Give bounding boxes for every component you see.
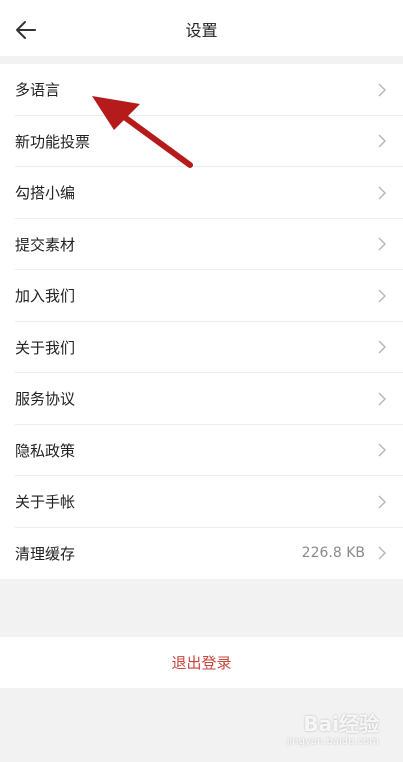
settings-item-label: 隐私政策: [15, 441, 76, 460]
settings-item-language[interactable]: 多语言: [0, 64, 403, 116]
settings-item-label: 清理缓存: [15, 544, 76, 563]
settings-item-label: 多语言: [15, 81, 61, 100]
chevron-right-icon: [378, 392, 386, 406]
chevron-right-icon: [378, 443, 386, 457]
settings-item-feature-vote[interactable]: 新功能投票: [0, 116, 403, 167]
settings-item-join-us[interactable]: 加入我们: [0, 270, 403, 322]
settings-item-contact-editor[interactable]: 勾搭小编: [0, 167, 403, 219]
chevron-right-icon: [378, 546, 386, 560]
settings-item-about-notebook[interactable]: 关于手帐: [0, 476, 403, 528]
watermark-url: jingyan.baidu.com: [286, 736, 379, 747]
settings-item-label: 关于我们: [15, 338, 76, 357]
chevron-right-icon: [378, 83, 386, 97]
settings-item-about-us[interactable]: 关于我们: [0, 322, 403, 373]
settings-item-clear-cache[interactable]: 清理缓存 226.8 KB: [0, 528, 403, 580]
logout-label: 退出登录: [171, 654, 232, 672]
logout-button[interactable]: 退出登录: [0, 637, 403, 688]
settings-item-label: 勾搭小编: [15, 184, 76, 203]
settings-item-service-agreement[interactable]: 服务协议: [0, 373, 403, 425]
settings-item-label: 提交素材: [15, 235, 76, 254]
chevron-right-icon: [378, 340, 386, 354]
settings-screen: 设置 多语言新功能投票勾搭小编提交素材加入我们关于我们服务协议隐私政策关于手帐清…: [0, 0, 403, 762]
settings-item-privacy-policy[interactable]: 隐私政策: [0, 425, 403, 476]
chevron-right-icon: [378, 289, 386, 303]
chevron-right-icon: [378, 495, 386, 509]
settings-list: 多语言新功能投票勾搭小编提交素材加入我们关于我们服务协议隐私政策关于手帐清理缓存…: [0, 64, 403, 579]
chevron-right-icon: [378, 134, 386, 148]
chevron-right-icon: [378, 237, 386, 251]
settings-item-label: 新功能投票: [15, 132, 91, 151]
settings-item-label: 加入我们: [15, 287, 76, 306]
cache-size-value: 226.8 KB: [301, 545, 365, 562]
watermark-logo: Bai经验: [303, 712, 379, 736]
settings-item-submit-material[interactable]: 提交素材: [0, 219, 403, 270]
settings-item-label: 关于手帐: [15, 493, 76, 512]
settings-item-label: 服务协议: [15, 390, 76, 409]
page-title: 设置: [185, 21, 218, 40]
chevron-right-icon: [378, 186, 386, 200]
